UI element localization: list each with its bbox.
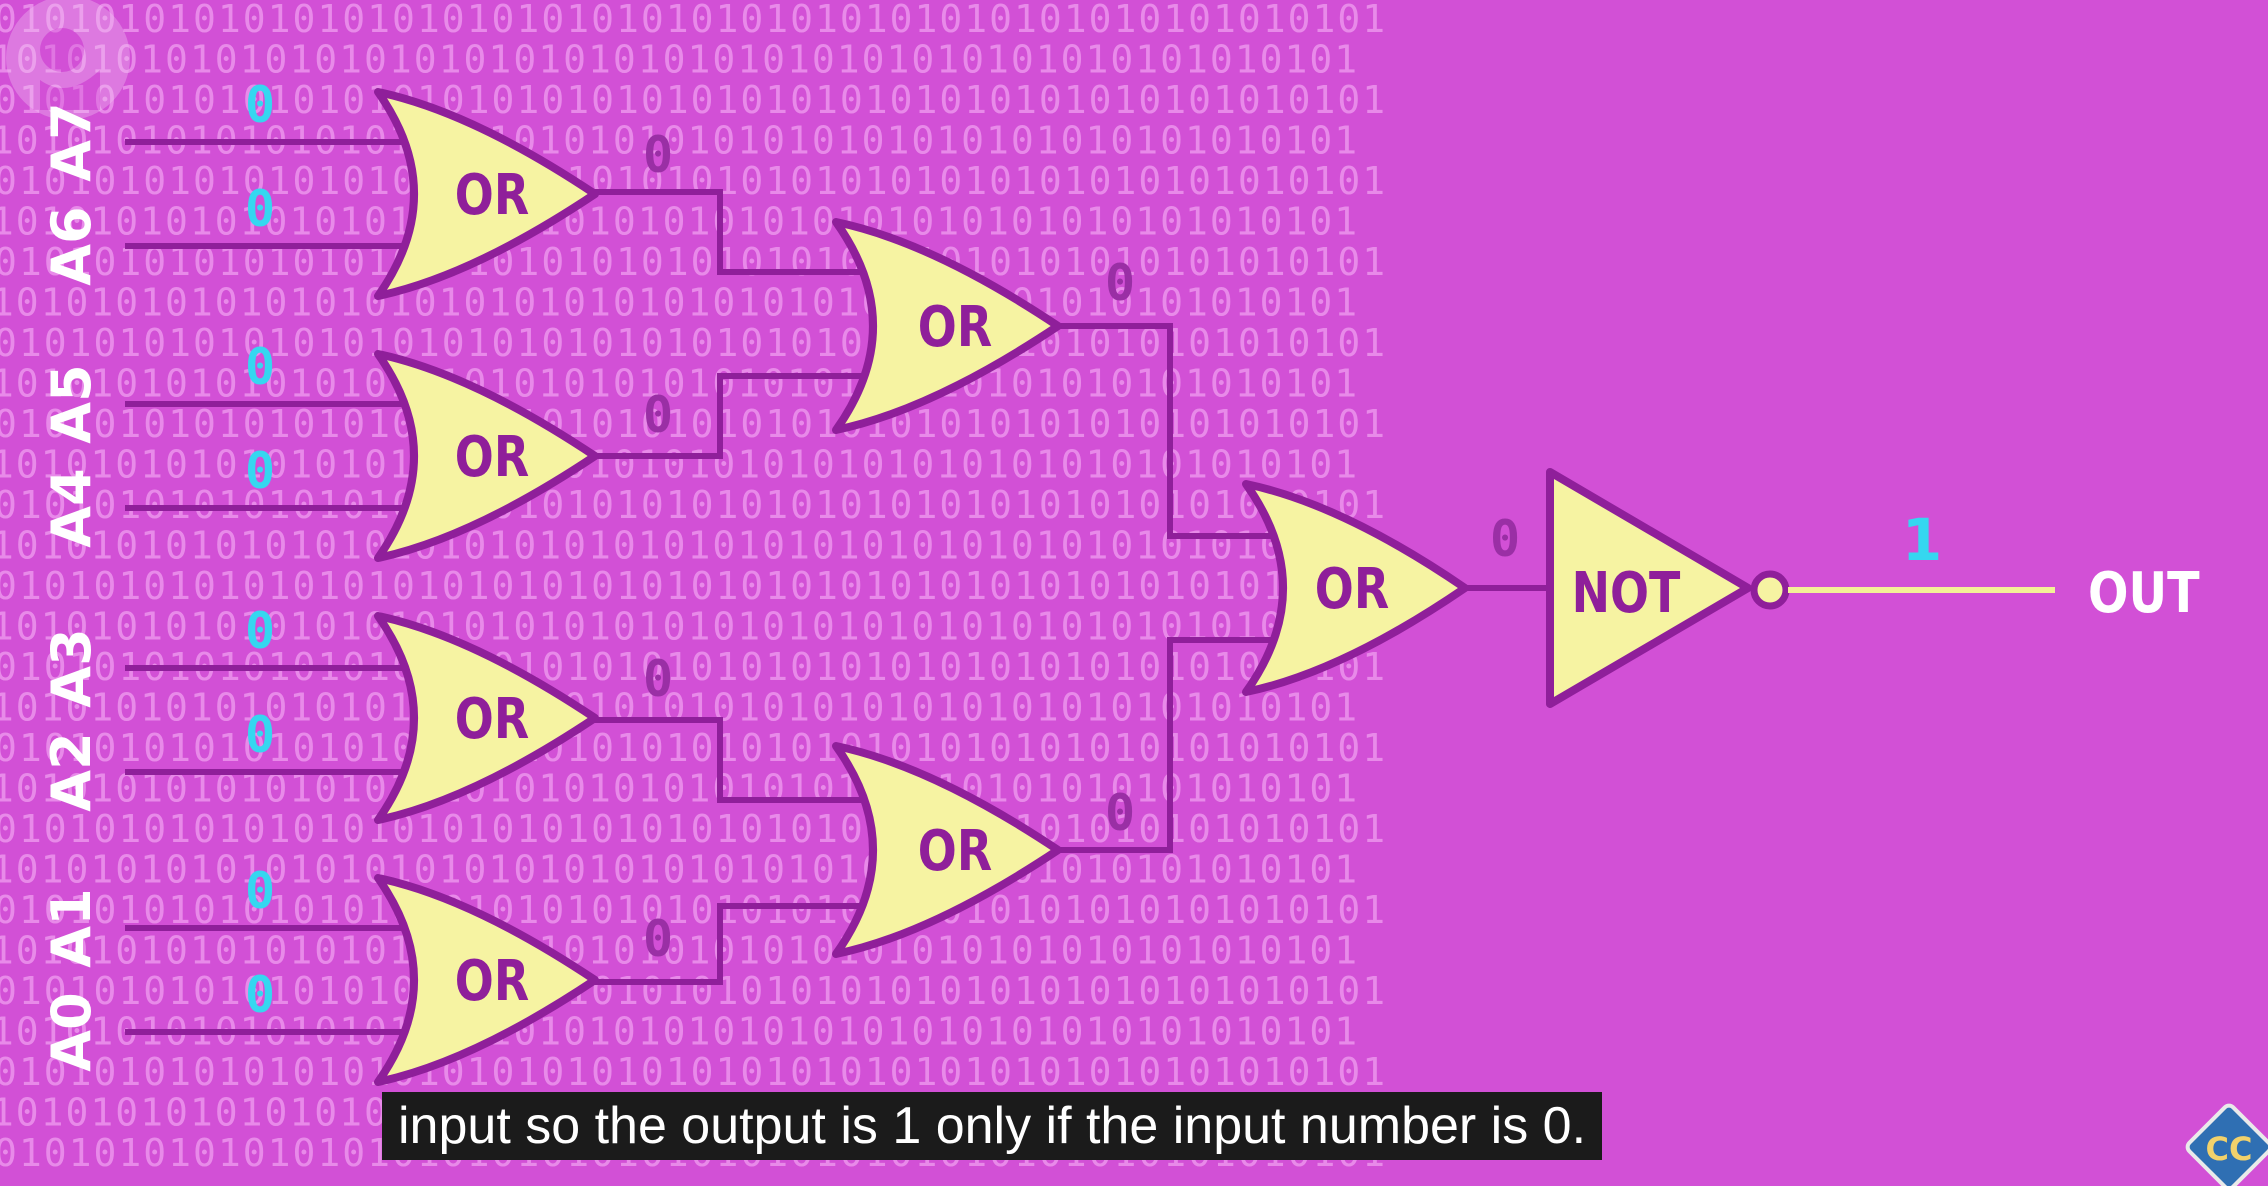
binary-background-row: 0101010101010101010101010101010101010101…: [0, 524, 1359, 568]
binary-background-row: 0101010101010101010101010101010101010101…: [0, 807, 1387, 851]
input-bit-a2: 0: [245, 706, 275, 764]
wire-bit-or1: 0: [643, 126, 673, 184]
svg-text:OR: OR: [455, 687, 529, 753]
input-bit-a7: 0: [245, 76, 275, 134]
svg-text:OR: OR: [455, 425, 529, 491]
svg-text:OR: OR: [455, 949, 529, 1015]
svg-text:OR: OR: [918, 295, 992, 361]
binary-background-row: 0101010101010101010101010101010101010101…: [0, 929, 1359, 973]
wire-bit-or5: 0: [1105, 254, 1135, 312]
not-gate: NOT: [1546, 468, 1790, 708]
input-bit-a6: 0: [245, 180, 275, 238]
binary-background-row: 0101010101010101010101010101010101010101…: [0, 564, 1387, 608]
output-bit: 1: [1902, 506, 1942, 574]
cc-logo-icon: CC: [2185, 1103, 2268, 1186]
input-label-a3: A3: [40, 628, 103, 707]
binary-background: 0101010101010101010101010101010101010101…: [0, 0, 1387, 1175]
binary-background-row: 0101010101010101010101010101010101010101…: [0, 0, 1387, 41]
binary-background-row: 0101010101010101010101010101010101010101…: [0, 402, 1387, 446]
binary-background-row: 0101010101010101010101010101010101010101…: [0, 362, 1359, 406]
binary-background-row: 0101010101010101010101010101010101010101…: [0, 159, 1387, 203]
wire-bit-or6: 0: [1105, 784, 1135, 842]
input-label-a0: A0: [40, 992, 103, 1071]
input-bit-a5: 0: [245, 338, 275, 396]
binary-background-row: 0101010101010101010101010101010101010101…: [0, 321, 1387, 365]
svg-text:OR: OR: [918, 819, 992, 885]
svg-text:OR: OR: [1315, 557, 1389, 623]
svg-text:CC: CC: [2206, 1130, 2253, 1168]
input-label-a5: A5: [40, 364, 103, 443]
wire-bit-or7: 0: [1490, 510, 1520, 568]
output-label: OUT: [2088, 561, 2200, 626]
input-bit-a3: 0: [245, 602, 275, 660]
wire-bit-or4: 0: [643, 910, 673, 968]
subtitle-caption: input so the output is 1 only if the inp…: [382, 1092, 1603, 1160]
wire-bit-or3: 0: [643, 650, 673, 708]
input-bit-a1: 0: [245, 862, 275, 920]
binary-background-row: 0101010101010101010101010101010101010101…: [0, 38, 1359, 82]
binary-background-row: 0101010101010101010101010101010101010101…: [0, 200, 1359, 244]
input-bit-a0: 0: [245, 966, 275, 1024]
input-label-a6: A6: [40, 206, 103, 285]
input-bit-a4: 0: [245, 442, 275, 500]
svg-text:OR: OR: [455, 163, 529, 229]
input-label-a7: A7: [40, 102, 103, 181]
input-label-a4: A4: [40, 468, 103, 547]
binary-background-row: 0101010101010101010101010101010101010101…: [0, 443, 1359, 487]
wire-bit-or2: 0: [643, 386, 673, 444]
binary-background-row: 0101010101010101010101010101010101010101…: [0, 848, 1359, 892]
pbs-logo-icon: [6, 0, 130, 120]
binary-background-row: 0101010101010101010101010101010101010101…: [0, 605, 1359, 649]
svg-text:NOT: NOT: [1572, 561, 1681, 627]
binary-background-row: 0101010101010101010101010101010101010101…: [0, 726, 1387, 770]
binary-background-row: 0101010101010101010101010101010101010101…: [0, 281, 1359, 325]
logic-diagram: 0101010101010101010101010101010101010101…: [0, 0, 2268, 1186]
binary-background-row: 0101010101010101010101010101010101010101…: [0, 969, 1387, 1013]
binary-background-row: 0101010101010101010101010101010101010101…: [0, 78, 1387, 122]
input-label-a1: A1: [40, 888, 103, 967]
input-label-a2: A2: [40, 732, 103, 811]
binary-background-row: 0101010101010101010101010101010101010101…: [0, 1050, 1387, 1094]
